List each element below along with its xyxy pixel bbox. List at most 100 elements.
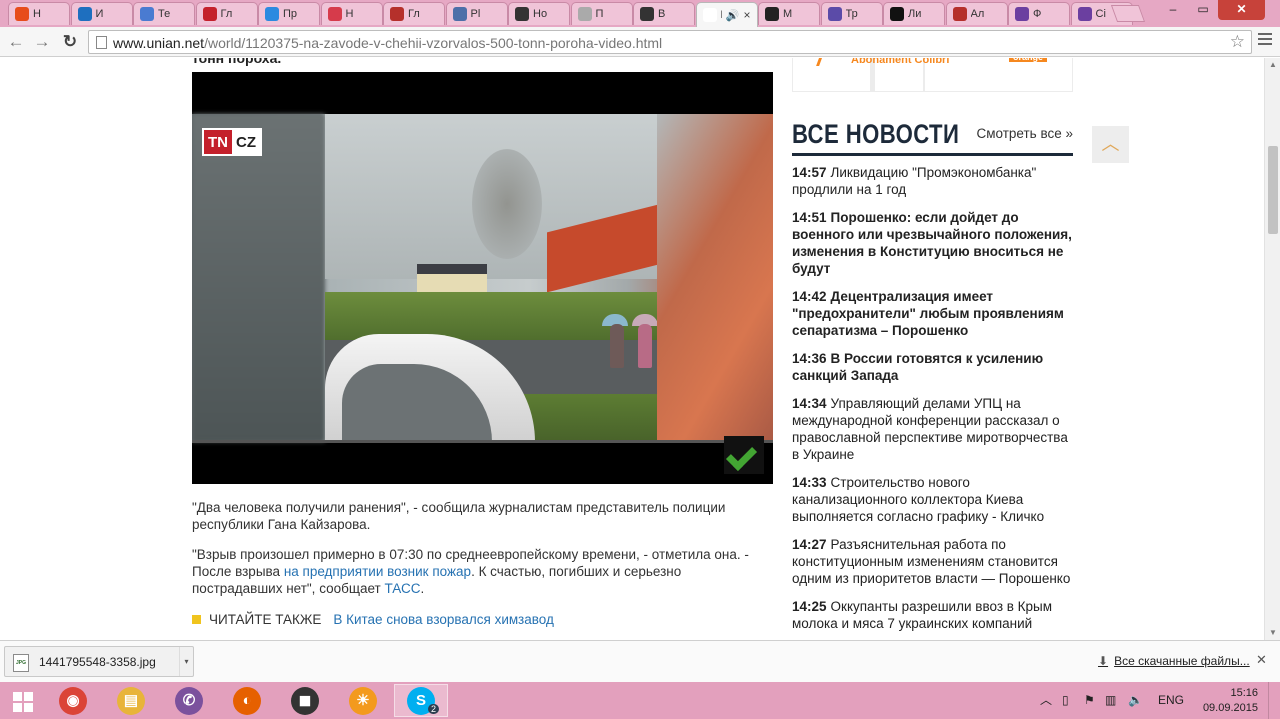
tab[interactable]: Тр xyxy=(820,2,883,25)
show-hidden-icons-icon[interactable]: ︿ xyxy=(1040,682,1052,719)
news-headline[interactable]: В России готовятся к усилению санкций За… xyxy=(792,351,1043,383)
chrome-menu-icon[interactable] xyxy=(1258,33,1272,48)
news-item[interactable]: 14:57 Ликвидацию "Промэкономбанка" продли… xyxy=(792,164,1074,198)
news-item[interactable]: 14:33 Строительство нового канализационно… xyxy=(792,474,1074,525)
tab[interactable]: Пр xyxy=(258,2,320,25)
news-headline[interactable]: Управляющий делами УПЦ на международной … xyxy=(792,396,1068,462)
news-item[interactable]: 14:25 Оккупанты разрешили ввоз в Крым мол… xyxy=(792,598,1074,632)
sun-app-icon: ☀ xyxy=(349,686,377,715)
jpg-file-icon: JPG xyxy=(13,654,29,672)
show-desktop-button[interactable] xyxy=(1268,682,1280,719)
url-text[interactable]: www.unian.net/world/1120375-na-zavode-v-… xyxy=(113,35,662,51)
tab[interactable]: Pl xyxy=(445,2,508,25)
news-list: 14:57 Ликвидацию "Промэкономбанка" продли… xyxy=(792,164,1074,640)
tab[interactable]: Ал xyxy=(945,2,1008,25)
tray-battery-icon[interactable]: ▯ xyxy=(1062,682,1069,719)
news-headline[interactable]: Ликвидацию "Промэкономбанка" продлили на… xyxy=(792,165,1036,197)
tab-close-icon[interactable]: × xyxy=(743,8,750,22)
news-item[interactable]: 14:34 Управляющий делами УПЦ на междунаро… xyxy=(792,395,1074,463)
unread-badge: 2 xyxy=(427,704,439,714)
address-bar[interactable]: www.unian.net/world/1120375-na-zavode-v-… xyxy=(88,30,1252,54)
taskbar-app-firefox[interactable]: ◐ xyxy=(220,684,274,717)
news-item[interactable]: 14:36 В России готовятся к усилению санкц… xyxy=(792,350,1074,384)
news-item[interactable]: 14:42 Децентрализация имеет "предохраните… xyxy=(792,288,1074,339)
tass-link[interactable]: ТАСС xyxy=(384,581,420,596)
news-headline[interactable]: Порошенко: если дойдет до военного или ч… xyxy=(792,210,1072,276)
tab[interactable]: Гл xyxy=(383,2,445,25)
scroll-down-icon[interactable]: ▼ xyxy=(1265,626,1280,640)
download-bar-close-icon[interactable]: ✕ xyxy=(1256,652,1267,668)
video-player[interactable]: TN CZ xyxy=(192,72,773,484)
ad-banner[interactable]: Abonament Colibri orange xyxy=(792,58,1073,92)
planet-icon xyxy=(452,7,467,21)
reload-button[interactable]: ↻ xyxy=(58,31,82,53)
taskbar-app-skype[interactable]: S2 xyxy=(394,684,448,717)
scroll-to-top-button[interactable]: ︿ xyxy=(1092,126,1129,163)
tab-label: М xyxy=(783,8,793,20)
tab-label: Ли xyxy=(908,8,922,20)
all-news-header: ВСЕ НОВОСТИ Смотреть все » xyxy=(792,116,1073,156)
tab[interactable]: В xyxy=(633,2,695,25)
ad-logo-icon xyxy=(816,58,834,66)
tab[interactable]: Ли xyxy=(883,2,945,25)
news-time: 14:51 xyxy=(792,210,827,225)
tray-flag-icon[interactable]: ⚑ xyxy=(1084,682,1095,719)
tab[interactable]: Но xyxy=(508,2,570,25)
download-arrow-icon: ⬇ xyxy=(1098,654,1109,668)
new-tab-button[interactable] xyxy=(1110,5,1146,22)
video-progress-bar[interactable] xyxy=(192,440,773,443)
minimize-button[interactable]: – xyxy=(1160,0,1186,20)
windows-logo-icon xyxy=(13,703,22,712)
news-headline[interactable]: Оккупанты разрешили ввоз в Крым молока и… xyxy=(792,599,1052,631)
video-person xyxy=(610,324,624,368)
page-scrollbar[interactable]: ▲ ▼ xyxy=(1264,58,1280,640)
video-blur-right xyxy=(657,114,773,442)
maximize-button[interactable]: ▭ xyxy=(1190,0,1216,20)
news-headline[interactable]: Строительство нового канализационного ко… xyxy=(792,475,1044,524)
tab-strip: Н И Те Гл Пр Н Гл Pl Но П В Н 🔊× М Тр Ли Ал Ф Сі –▭✕ xyxy=(0,0,1280,27)
taskbar-app-explorer[interactable]: ▤ xyxy=(104,684,158,717)
all-downloads-link[interactable]: ⬇ Все скачанные файлы... xyxy=(1098,654,1250,668)
tab[interactable]: Н 🔊× xyxy=(695,2,758,27)
window-close-button[interactable]: ✕ xyxy=(1218,0,1265,20)
tab-label: Гл xyxy=(220,8,233,20)
tab[interactable]: М xyxy=(758,2,820,25)
news-headline[interactable]: Децентрализация имеет "предохранители" л… xyxy=(792,289,1064,338)
read-also-link[interactable]: В Китае снова взорвался химзавод xyxy=(333,612,553,627)
start-button[interactable] xyxy=(0,682,46,719)
see-all-link[interactable]: Смотреть все » xyxy=(977,126,1074,141)
browser-favicon-icon xyxy=(15,7,29,21)
taskbar-app-chrome[interactable]: ◉ xyxy=(46,684,100,717)
tab[interactable]: П xyxy=(570,2,633,25)
scrollbar-thumb[interactable] xyxy=(1268,146,1278,234)
scroll-up-icon[interactable]: ▲ xyxy=(1265,58,1280,72)
tab-label: В xyxy=(658,8,666,20)
clock[interactable]: 15:16 09.09.2015 xyxy=(1196,686,1258,716)
news-headline[interactable]: Разъяснительная работа по конституционны… xyxy=(792,537,1070,586)
tab[interactable]: Те xyxy=(133,2,195,25)
forward-button[interactable]: → xyxy=(30,31,54,53)
tab[interactable]: Н xyxy=(320,2,383,25)
tab[interactable]: Ф xyxy=(1008,2,1070,25)
article-paragraph-2: "Взрыв произошел примерно в 07:30 по сре… xyxy=(192,546,772,597)
tray-network-icon[interactable]: ▥ xyxy=(1105,682,1116,719)
news-time: 14:57 xyxy=(792,165,827,180)
news-item[interactable]: 14:27 Разъяснительная работа по конституц… xyxy=(792,536,1074,587)
back-button[interactable]: ← xyxy=(4,31,28,53)
taskbar-app-sun-app[interactable]: ☀ xyxy=(336,684,390,717)
taskbar-app-camera[interactable]: ◼ xyxy=(278,684,332,717)
news-item[interactable]: 14:51 Порошенко: если дойдет до военного … xyxy=(792,209,1074,277)
download-dropdown-icon[interactable]: ▾ xyxy=(179,647,193,676)
tab[interactable]: Гл xyxy=(195,2,258,25)
tray-volume-icon[interactable]: 🔈 xyxy=(1128,682,1143,719)
taskbar-app-viber[interactable]: ✆ xyxy=(162,684,216,717)
tab-audio-icon[interactable]: 🔊 xyxy=(726,9,740,22)
bookmark-star-icon[interactable]: ☆ xyxy=(1230,32,1245,52)
fire-link[interactable]: на предприятии возник пожар xyxy=(284,564,471,579)
tab-label: Пр xyxy=(283,8,298,20)
tab[interactable]: И xyxy=(70,2,133,25)
download-item[interactable]: JPG 1441795548-3358.jpg ▾ xyxy=(4,646,194,677)
tab[interactable]: Н xyxy=(8,2,70,25)
language-indicator[interactable]: ENG xyxy=(1158,682,1184,719)
checkmark-icon[interactable] xyxy=(724,436,764,474)
